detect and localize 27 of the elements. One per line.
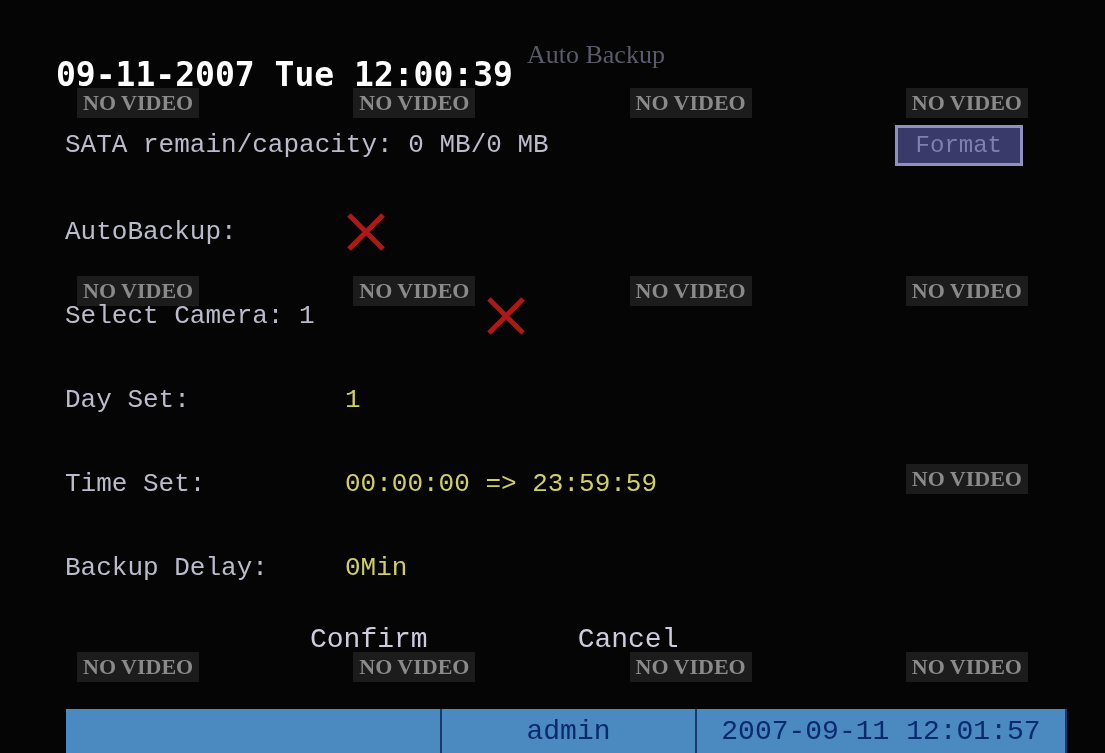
dialog-title: Auto Backup	[526, 40, 665, 70]
cross-icon[interactable]	[485, 295, 527, 337]
no-video-label: NO VIDEO	[905, 276, 1028, 306]
setting-label: Day Set:	[65, 385, 191, 415]
storage-label: SATA remain/capacity: 0 MB/0 MB	[65, 130, 549, 160]
datetime-cell: 2007-09-11 12:01:57	[696, 709, 1067, 753]
setting-value[interactable]: 0Min	[345, 553, 408, 583]
cross-icon[interactable]	[345, 211, 387, 253]
cancel-button[interactable]: Cancel	[577, 623, 679, 655]
no-video-label: NO VIDEO	[353, 652, 476, 682]
no-video-label: NO VIDEO	[905, 652, 1028, 682]
no-video-label: NO VIDEO	[629, 88, 752, 118]
no-video-label: NO VIDEO	[629, 276, 752, 306]
setting-label: Backup Delay:	[65, 553, 269, 583]
confirm-button[interactable]: Confirm	[310, 623, 428, 655]
no-video-label: NO VIDEO	[629, 652, 752, 682]
no-video-label: NO VIDEO	[905, 88, 1028, 118]
no-video-label: NO VIDEO	[353, 276, 476, 306]
no-video-label: NO VIDEO	[77, 652, 200, 682]
no-video-label: NO VIDEO	[77, 88, 200, 118]
no-video-label: NO VIDEO	[905, 464, 1028, 494]
user-cell: admin	[442, 709, 697, 753]
no-video-label: NO VIDEO	[353, 88, 476, 118]
setting-value[interactable]: 00:00:00 => 23:59:59	[345, 469, 658, 499]
setting-value[interactable]: 1	[345, 385, 361, 415]
setting-label: Time Set:	[65, 469, 207, 499]
autobackup-label: AutoBackup:	[65, 217, 238, 247]
